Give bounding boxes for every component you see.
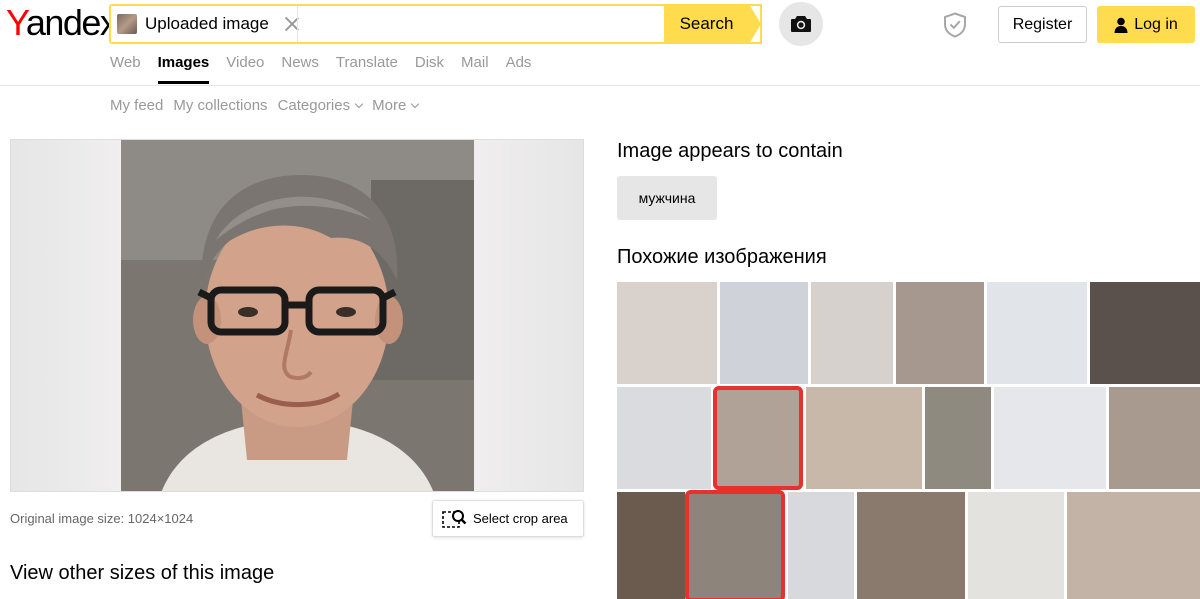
header-divider [0, 85, 1200, 86]
chevron-down-icon [354, 99, 364, 108]
logo-letter-y: Y [6, 2, 27, 43]
similar-image[interactable] [896, 282, 984, 384]
subnav-more-label: More [372, 97, 407, 114]
preview-blur-left [11, 140, 121, 491]
similar-image[interactable] [968, 492, 1064, 599]
similar-image[interactable] [788, 492, 854, 599]
view-other-sizes-heading: View other sizes of this image [10, 562, 275, 584]
similar-image[interactable] [994, 387, 1106, 489]
crop-button-label: Select crop area [473, 511, 568, 526]
tab-images[interactable]: Images [157, 54, 210, 84]
login-label: Log in [1134, 15, 1178, 33]
similar-image[interactable] [1067, 492, 1200, 599]
yandex-images-page: Yandex Uploaded image Search Register Lo… [0, 0, 1200, 599]
similar-image[interactable] [617, 387, 711, 489]
tab-translate[interactable]: Translate [336, 54, 398, 84]
uploaded-image-preview [10, 139, 584, 492]
images-subnav: My feed My collections Categories More [110, 97, 420, 114]
camera-search-button[interactable] [779, 2, 823, 46]
uploaded-image-chip[interactable]: Uploaded image [117, 11, 299, 37]
similar-image[interactable] [811, 282, 893, 384]
logo-text: andex [25, 2, 118, 43]
similar-image[interactable] [857, 492, 965, 599]
subnav-more[interactable]: More [372, 97, 420, 114]
tab-video[interactable]: Video [226, 54, 264, 84]
search-button-arrow [749, 4, 761, 44]
tab-mail[interactable]: Mail [461, 54, 489, 84]
similar-images-grid [617, 282, 1200, 599]
login-button[interactable]: Log in [1097, 6, 1195, 43]
tab-ads[interactable]: Ads [506, 54, 532, 84]
tab-web[interactable]: Web [110, 54, 141, 84]
similar-image[interactable] [806, 387, 922, 489]
select-crop-area-button[interactable]: Select crop area [432, 500, 584, 537]
uploaded-image-label: Uploaded image [145, 14, 269, 33]
similar-image[interactable] [617, 492, 685, 599]
register-button[interactable]: Register [998, 6, 1087, 43]
similar-image-highlighted[interactable] [713, 386, 803, 490]
similar-image[interactable] [720, 282, 808, 384]
subnav-categories-label: Categories [277, 97, 351, 114]
chevron-down-icon [411, 99, 420, 108]
tab-disk[interactable]: Disk [415, 54, 444, 84]
subnav-my-collections[interactable]: My collections [173, 97, 267, 114]
service-tabs: Web Images Video News Translate Disk Mai… [110, 54, 531, 84]
similar-image[interactable] [1090, 282, 1200, 384]
user-icon [1114, 17, 1128, 33]
similar-image-highlighted[interactable] [685, 490, 785, 599]
yandex-logo[interactable]: Yandex [6, 2, 118, 44]
search-button[interactable]: Search [664, 4, 749, 44]
similar-image[interactable] [617, 282, 717, 384]
subnav-my-feed[interactable]: My feed [110, 97, 163, 114]
contains-heading: Image appears to contain [617, 140, 843, 162]
similar-images-heading: Похожие изображения [617, 246, 827, 268]
uploaded-image-thumbnail [117, 14, 137, 34]
tab-news[interactable]: News [281, 54, 319, 84]
uploaded-photo [121, 140, 474, 491]
camera-icon [791, 16, 811, 32]
similar-image[interactable] [925, 387, 991, 489]
similar-image[interactable] [1109, 387, 1200, 489]
similar-image[interactable] [987, 282, 1087, 384]
crop-search-icon [442, 509, 467, 528]
original-size-note: Original image size: 1024×1024 [10, 511, 194, 526]
object-tag[interactable]: мужчина [617, 176, 717, 220]
subnav-categories[interactable]: Categories [277, 97, 364, 114]
chip-divider [297, 6, 298, 42]
shield-icon[interactable] [943, 12, 967, 43]
preview-blur-right [473, 140, 583, 491]
